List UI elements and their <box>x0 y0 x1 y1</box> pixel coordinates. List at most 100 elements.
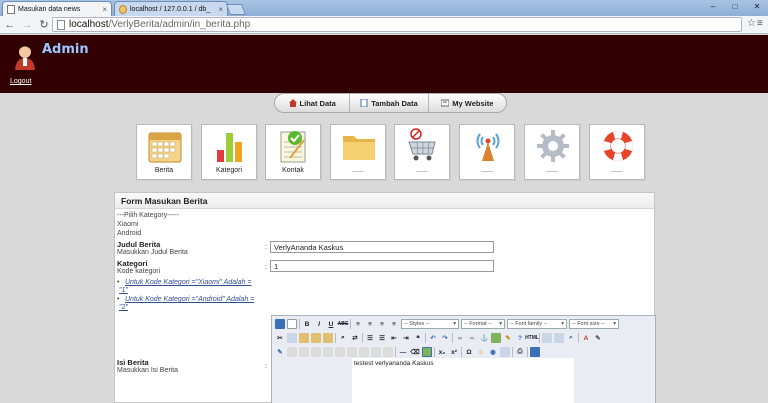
italic-button[interactable]: I <box>314 319 324 329</box>
menu-icon[interactable]: ≡ <box>757 18 763 29</box>
nav-lihat-data[interactable]: Lihat Data <box>275 94 351 112</box>
find-icon[interactable]: ⌕ <box>338 333 348 343</box>
cut-icon[interactable]: ✂ <box>275 333 285 343</box>
html-source-icon[interactable]: HTML <box>525 333 539 343</box>
table-icon[interactable] <box>287 347 297 357</box>
undo-icon[interactable]: ↶ <box>428 333 438 343</box>
minimize-icon[interactable]: – <box>702 0 724 13</box>
insert-date-icon[interactable] <box>542 333 552 343</box>
copy-icon[interactable] <box>287 333 297 343</box>
styles-select[interactable]: -- Styles -- ▾ <box>401 319 459 329</box>
remove-format-icon[interactable]: ⌫ <box>410 347 420 357</box>
font-size-select[interactable]: -- Font size -- ▾ <box>569 319 619 329</box>
browser-tab-bar: Masukan data news × localhost / 127.0.0.… <box>0 0 768 16</box>
colon: : <box>265 363 267 370</box>
advanced-hr-icon[interactable] <box>500 347 510 357</box>
editor-toolbar-row-1: B I U ABC ≡ ≡ ≡ ≡ -- Styles -- ▾ -- Forma… <box>272 317 655 331</box>
tab-phpmyadmin[interactable]: localhost / 127.0.0.1 / db_ × <box>114 1 228 16</box>
maximize-icon[interactable]: □ <box>724 0 746 13</box>
bold-button[interactable]: B <box>302 319 312 329</box>
align-left-icon[interactable]: ≡ <box>353 319 363 329</box>
special-char-icon[interactable]: Ω <box>464 347 474 357</box>
superscript-icon[interactable]: x² <box>449 347 459 357</box>
delete-col-icon[interactable] <box>359 347 369 357</box>
tile-label: ...... <box>546 167 558 174</box>
replace-icon[interactable]: ⇄ <box>350 333 360 343</box>
save-icon[interactable] <box>275 319 285 329</box>
help-icon[interactable]: ? <box>515 333 525 343</box>
anchor-icon[interactable]: ⚓ <box>479 333 489 343</box>
split-cells-icon[interactable] <box>371 347 381 357</box>
paste-text-icon[interactable] <box>311 333 321 343</box>
row-props-icon[interactable] <box>299 347 309 357</box>
media-icon[interactable]: ◉ <box>488 347 498 357</box>
indent-icon[interactable]: ⇥ <box>401 333 411 343</box>
judul-input[interactable]: VerlyAnanda Kaskus <box>270 241 494 253</box>
cell-props-icon[interactable] <box>311 347 321 357</box>
new-tab-button[interactable] <box>225 4 247 15</box>
tile-cart[interactable]: ...... <box>394 124 450 180</box>
merge-cells-icon[interactable] <box>383 347 393 357</box>
insert-col-icon[interactable] <box>347 347 357 357</box>
category-option-android[interactable]: Android <box>117 230 141 237</box>
close-icon[interactable]: × <box>218 5 223 14</box>
close-icon[interactable]: × <box>102 5 107 14</box>
nav-my-website[interactable]: My Website <box>429 94 506 112</box>
align-center-icon[interactable]: ≡ <box>365 319 375 329</box>
tile-label: Kontak <box>282 167 304 174</box>
tile-kategori[interactable]: Kategori <box>201 124 257 180</box>
redo-icon[interactable]: ↷ <box>440 333 450 343</box>
visual-aid-icon[interactable] <box>422 347 432 357</box>
reload-icon[interactable]: ↻ <box>37 18 51 32</box>
strikethrough-button[interactable]: ABC <box>338 319 349 329</box>
new-document-icon[interactable] <box>287 319 297 329</box>
cleanup-icon[interactable]: ✎ <box>503 333 513 343</box>
emoticon-icon[interactable]: ☺ <box>476 347 486 357</box>
preview-icon[interactable]: ⌕ <box>566 333 576 343</box>
image-icon[interactable] <box>491 333 501 343</box>
tile-wifi[interactable]: ...... <box>459 124 515 180</box>
numbered-list-icon[interactable]: ☰ <box>377 333 387 343</box>
bullet-list-icon[interactable]: ☰ <box>365 333 375 343</box>
underline-button[interactable]: U <box>326 319 336 329</box>
address-bar[interactable]: localhost/VerlyBerita/admin/in_berita.ph… <box>52 17 742 32</box>
category-option-xiaomi[interactable]: Xiaomi <box>117 221 138 228</box>
format-select[interactable]: -- Format -- ▾ <box>461 319 505 329</box>
align-right-icon[interactable]: ≡ <box>377 319 387 329</box>
draw-icon[interactable]: ✎ <box>275 347 285 357</box>
bullet: • <box>117 296 120 303</box>
fullscreen-icon[interactable] <box>530 347 540 357</box>
background-color-icon[interactable]: ✎ <box>593 333 603 343</box>
tile-settings[interactable]: ...... <box>524 124 580 180</box>
back-arrow-icon[interactable]: ← <box>3 18 17 32</box>
paste-icon[interactable] <box>299 333 309 343</box>
insert-time-icon[interactable] <box>554 333 564 343</box>
star-icon[interactable]: ☆ <box>747 18 756 29</box>
unlink-icon[interactable]: ∞ <box>467 333 477 343</box>
insert-row-icon[interactable] <box>323 347 333 357</box>
forward-arrow-icon[interactable]: → <box>20 18 34 32</box>
close-window-icon[interactable]: ✕ <box>746 0 768 13</box>
paste-word-icon[interactable] <box>323 333 333 343</box>
align-justify-icon[interactable]: ≡ <box>389 319 399 329</box>
link-icon[interactable]: ∞ <box>455 333 465 343</box>
kategori-input[interactable]: 1 <box>270 260 494 272</box>
delete-row-icon[interactable] <box>335 347 345 357</box>
font-family-select[interactable]: -- Font family -- ▾ <box>507 319 567 329</box>
tile-kontak[interactable]: Kontak <box>265 124 321 180</box>
logout-link[interactable]: Logout <box>10 78 31 85</box>
tile-berita[interactable]: Berita <box>136 124 192 180</box>
nav-tambah-data[interactable]: Tambah Data <box>350 94 429 112</box>
blockquote-icon[interactable]: ❝ <box>413 333 423 343</box>
separator <box>335 333 336 343</box>
text-color-icon[interactable]: A <box>581 333 591 343</box>
tab-masukan-data-news[interactable]: Masukan data news × <box>2 1 112 16</box>
tile-help[interactable]: ...... <box>589 124 645 180</box>
category-select-header[interactable]: ---Pilih Kategory----- <box>117 212 179 219</box>
print-icon[interactable]: ⎙ <box>515 347 525 357</box>
outdent-icon[interactable]: ⇤ <box>389 333 399 343</box>
tile-folder[interactable]: ...... <box>330 124 386 180</box>
subscript-icon[interactable]: x₂ <box>437 347 447 357</box>
editor-content[interactable]: testest verlyananda Kaskus <box>352 358 574 403</box>
horizontal-rule-icon[interactable]: — <box>398 347 408 357</box>
